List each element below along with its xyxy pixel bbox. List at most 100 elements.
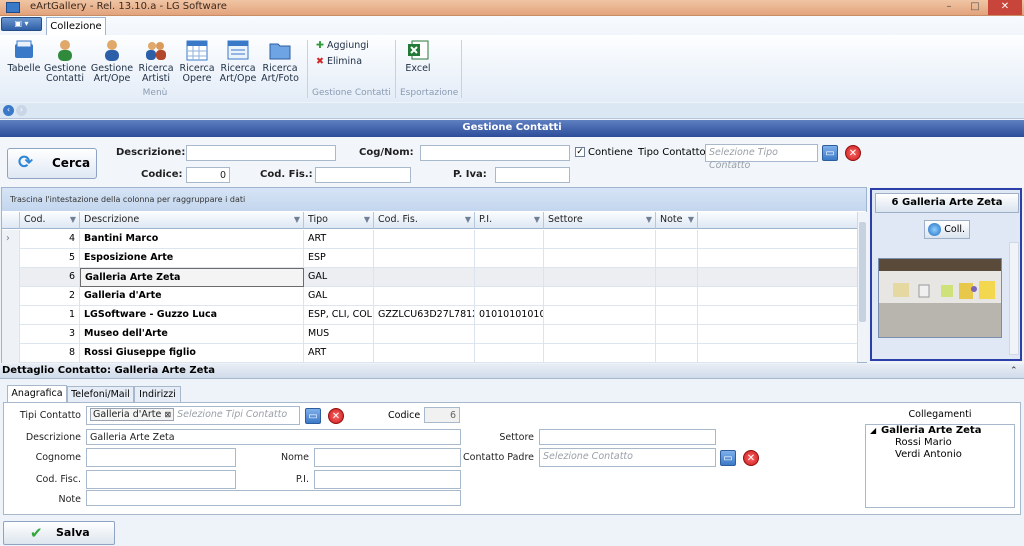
cell-descr[interactable]: Museo dell'Arte	[80, 325, 304, 344]
cell-tipo[interactable]: ESP, CLI, COL	[304, 306, 374, 325]
table-row[interactable]: 5 Esposizione Arte ESP	[2, 249, 857, 268]
settore-field[interactable]	[539, 429, 716, 445]
filter-icon[interactable]: ▼	[294, 215, 300, 224]
cell-descr[interactable]: Bantini Marco	[80, 230, 304, 249]
cod-fisc-field[interactable]	[86, 470, 236, 489]
forward-icon[interactable]: ›	[16, 105, 27, 116]
cell-descr[interactable]: LGSoftware - Guzzo Luca	[80, 306, 304, 325]
cell-tipo[interactable]: MUS	[304, 325, 374, 344]
ricerca-artisti-button[interactable]: Ricerca Artisti	[136, 38, 176, 88]
column-header-settore[interactable]: Settore ▼	[544, 212, 656, 229]
tipo-contatto-select[interactable]: Selezione Tipo Contatto	[705, 144, 818, 171]
cell-tipo[interactable]: GAL	[304, 268, 374, 287]
cell-settore[interactable]	[544, 325, 656, 344]
cell-pi[interactable]	[475, 230, 544, 249]
cell-tipo[interactable]: ART	[304, 344, 374, 363]
cell-settore[interactable]	[544, 249, 656, 268]
tree-root[interactable]: Galleria Arte Zeta	[881, 425, 981, 436]
minimize-button[interactable]: –	[936, 0, 962, 15]
clear-icon[interactable]: ✕	[743, 450, 759, 466]
cell-cod[interactable]: 1	[20, 306, 80, 325]
cell-pi[interactable]	[475, 344, 544, 363]
collapse-icon[interactable]: ⌃	[1010, 366, 1018, 376]
cell-settore[interactable]	[544, 230, 656, 249]
filter-icon[interactable]: ▼	[646, 215, 652, 224]
grid-scrollbar[interactable]	[857, 212, 867, 362]
cell-cod[interactable]: 6	[20, 268, 80, 287]
descrizione-input[interactable]	[186, 145, 336, 161]
contiene-checkbox[interactable]: ✓	[575, 147, 585, 157]
table-row[interactable]: 3 Museo dell'Arte MUS	[2, 325, 857, 344]
cell-note[interactable]	[656, 230, 698, 249]
filter-icon[interactable]: ▼	[70, 215, 76, 224]
column-header-cod-fis[interactable]: Cod. Fis. ▼	[374, 212, 475, 229]
cell-cod[interactable]: 3	[20, 325, 80, 344]
coll-button[interactable]: Coll.	[924, 220, 970, 239]
cod-fis-input[interactable]	[315, 167, 411, 183]
cell-note[interactable]	[656, 268, 698, 287]
cell-codfis[interactable]	[374, 344, 475, 363]
contatto-padre-select[interactable]: Selezione Contatto	[539, 448, 716, 467]
cell-pi[interactable]	[475, 268, 544, 287]
tab-anagrafica[interactable]: Anagrafica	[7, 385, 67, 403]
back-icon[interactable]: ‹	[3, 105, 14, 116]
clear-icon[interactable]: ✕	[845, 145, 861, 161]
filter-icon[interactable]: ▼	[364, 215, 370, 224]
side-panel-scrollbar[interactable]	[1009, 242, 1019, 355]
cell-cod[interactable]: 5	[20, 249, 80, 268]
column-header-descrizione[interactable]: Descrizione ▼	[80, 212, 304, 229]
open-folder-icon[interactable]: ▭	[720, 450, 736, 466]
column-header-cod[interactable]: Cod. ▼	[20, 212, 80, 229]
row-indicator[interactable]	[2, 268, 20, 287]
open-folder-icon[interactable]: ▭	[822, 145, 838, 161]
cell-pi[interactable]	[475, 249, 544, 268]
p-iva-input[interactable]	[495, 167, 570, 183]
cell-codfis[interactable]	[374, 287, 475, 306]
cell-codfis[interactable]: GZZLCU63D27L781X	[374, 306, 475, 325]
tag-remove-icon[interactable]: ⊠	[164, 410, 171, 419]
side-panel-title[interactable]: 6 Galleria Arte Zeta	[875, 193, 1019, 213]
scrollbar-thumb[interactable]	[859, 222, 866, 322]
pi-field[interactable]	[314, 470, 461, 489]
tree-child[interactable]: Rossi Mario	[895, 437, 952, 448]
elimina-button[interactable]: ✖ Elimina	[316, 56, 362, 67]
column-header-pi[interactable]: P.I. ▼	[475, 212, 544, 229]
row-indicator[interactable]	[2, 306, 20, 325]
cell-cod[interactable]: 4	[20, 230, 80, 249]
clear-icon[interactable]: ✕	[328, 408, 344, 424]
note-field[interactable]	[86, 490, 461, 506]
excel-button[interactable]: Excel	[400, 38, 436, 88]
cell-settore[interactable]	[544, 268, 656, 287]
cell-note[interactable]	[656, 325, 698, 344]
open-folder-icon[interactable]: ▭	[305, 408, 321, 424]
app-menu-button[interactable]: ▣ ▾	[1, 17, 42, 31]
cog-nom-input[interactable]	[420, 145, 570, 161]
tree-collapse-icon[interactable]: ◢	[870, 426, 876, 435]
salva-button[interactable]: ✔ Salva	[3, 521, 115, 545]
cell-codfis[interactable]	[374, 249, 475, 268]
ricerca-art-ope-button[interactable]: Ricerca Art/Ope	[218, 38, 258, 88]
cell-settore[interactable]	[544, 306, 656, 325]
cell-codfis[interactable]	[374, 268, 475, 287]
group-by-bar[interactable]: Trascina l'intestazione della colonna pe…	[2, 188, 866, 211]
gestione-contatti-button[interactable]: Gestione Contatti	[44, 38, 86, 88]
cell-pi[interactable]	[475, 325, 544, 344]
tipi-contatto-select[interactable]: Galleria d'Arte ⊠ Selezione Tipi Contatt…	[86, 406, 300, 425]
cell-descr[interactable]: Rossi Giuseppe figlio	[80, 344, 304, 363]
cell-descr[interactable]: Galleria Arte Zeta	[80, 268, 304, 287]
table-row[interactable]: 6 Galleria Arte Zeta GAL	[2, 268, 857, 287]
codice-input[interactable]: 0	[186, 167, 230, 183]
column-header-note[interactable]: Note ▼	[656, 212, 698, 229]
table-row[interactable]: 8 Rossi Giuseppe figlio ART	[2, 344, 857, 363]
nome-field[interactable]	[314, 448, 461, 467]
close-window-button[interactable]: ✕	[988, 0, 1022, 15]
tab-telefoni-mail[interactable]: Telefoni/Mail	[67, 386, 134, 403]
cell-note[interactable]	[656, 249, 698, 268]
row-indicator[interactable]: ›	[2, 230, 20, 249]
cell-pi[interactable]	[475, 287, 544, 306]
row-indicator[interactable]	[2, 249, 20, 268]
cell-settore[interactable]	[544, 287, 656, 306]
cell-tipo[interactable]: ART	[304, 230, 374, 249]
cognome-field[interactable]	[86, 448, 236, 467]
tab-indirizzi[interactable]: Indirizzi	[134, 386, 181, 403]
